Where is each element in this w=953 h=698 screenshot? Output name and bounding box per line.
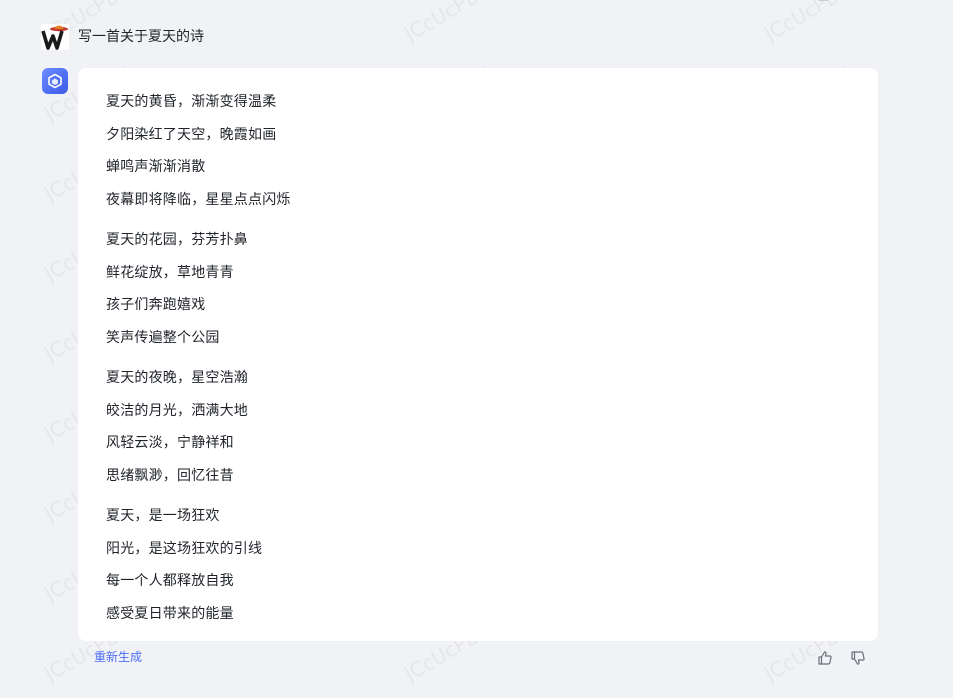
poem-line: 夕阳染红了天空，晚霞如画 xyxy=(106,126,277,143)
poem-line: 阳光，是这场狂欢的引线 xyxy=(106,540,263,557)
poem-line: 每一个人都释放自我 xyxy=(106,573,234,589)
poem-line: 笑声传遍整个公园 xyxy=(106,329,220,346)
cube-logo-icon xyxy=(42,68,68,94)
poem-line: 皎洁的月光，洒满大地 xyxy=(106,402,248,419)
prompt-text: 写一首关于夏天的诗 xyxy=(78,29,204,45)
poem-line: 夜幕即将降临，星星点点闪烁 xyxy=(106,191,291,208)
user-message: 写一首关于夏天的诗 xyxy=(41,24,204,50)
thumbs-up-icon[interactable] xyxy=(817,650,833,666)
poem-line: 夏天的夜晚，星空浩瀚 xyxy=(106,370,248,386)
poem-stanza: 夏天的夜晚，星空浩瀚 皎洁的月光，洒满大地 风轻云淡，宁静祥和 思绪飘渺，回忆往… xyxy=(106,362,878,492)
thumbs-up-icon[interactable] xyxy=(818,0,830,2)
poem-stanza: 夏天，是一场狂欢 阳光，是这场狂欢的引线 每一个人都释放自我 感受夏日带来的能量 xyxy=(106,500,878,630)
poem-line: 蝉鸣声渐渐消散 xyxy=(106,159,206,175)
thumbs-down-icon[interactable] xyxy=(850,650,866,666)
poem-line: 思绪飘渺，回忆往昔 xyxy=(106,467,234,484)
poem-line: 夏天的花园，芬芳扑鼻 xyxy=(106,232,248,248)
poem-line: 感受夏日带来的能量 xyxy=(106,605,234,622)
poem-line: 夏天，是一场狂欢 xyxy=(106,508,220,524)
poem-line: 夏天的黄昏，渐渐变得温柔 xyxy=(106,94,277,110)
poem-line: 风轻云淡，宁静祥和 xyxy=(106,435,234,451)
watermark-text: jCcUcPBv xyxy=(400,0,494,46)
answer-card: 夏天的黄昏，渐渐变得温柔 夕阳染红了天空，晚霞如画 蝉鸣声渐渐消散 夜幕即将降临… xyxy=(78,68,878,641)
poem-line: 孩子们奔跑嬉戏 xyxy=(106,297,206,313)
poem-stanza: 夏天的黄昏，渐渐变得温柔 夕阳染红了天空，晚霞如画 蝉鸣声渐渐消散 夜幕即将降临… xyxy=(106,86,878,216)
regenerate-button[interactable]: 重新生成 xyxy=(94,648,142,665)
poem-line: 鲜花绽放，草地青青 xyxy=(106,264,234,281)
w-letter-cowboy-hat-avatar-icon xyxy=(41,24,69,50)
watermark-text: jCcUcPBv xyxy=(760,0,854,46)
poem-stanza: 夏天的花园，芬芳扑鼻 鲜花绽放，草地青青 孩子们奔跑嬉戏 笑声传遍整个公园 xyxy=(106,224,878,354)
thumbs-down-icon[interactable] xyxy=(849,0,861,2)
